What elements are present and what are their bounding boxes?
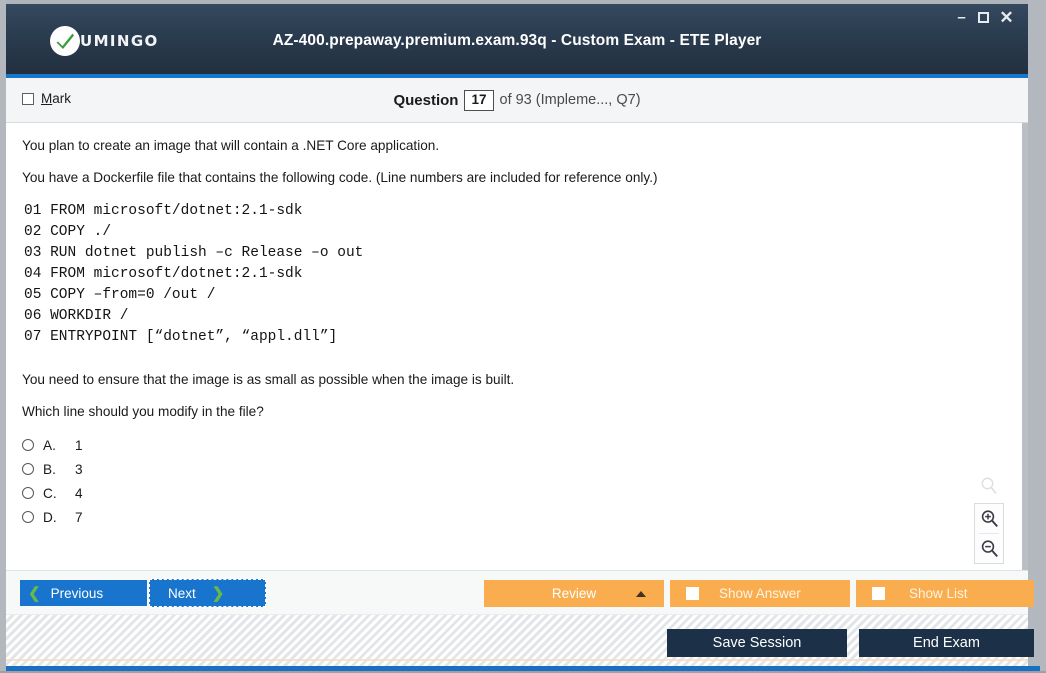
zoom-in-icon[interactable] (975, 504, 1005, 533)
window-title: AZ-400.prepaway.premium.exam.93q - Custo… (272, 32, 762, 49)
radio-button[interactable] (22, 511, 34, 523)
zoom-tools (974, 476, 1004, 564)
chevron-left-icon: ❮ (28, 584, 41, 602)
question-counter: Question 17 of 93 (Impleme..., Q7) (6, 90, 1028, 111)
show-answer-button[interactable]: Show Answer (670, 580, 850, 607)
radio-button[interactable] (22, 439, 34, 451)
chevron-right-icon: ❯ (211, 584, 225, 602)
footer-bar: Save Session End Exam (6, 614, 1034, 667)
review-button[interactable]: Review (484, 580, 664, 607)
code-line: 02 COPY ./ (24, 224, 112, 240)
radio-button[interactable] (22, 463, 34, 475)
window-frame-right (1028, 0, 1046, 673)
radio-button[interactable] (22, 487, 34, 499)
show-list-button[interactable]: Show List (856, 580, 1034, 607)
answer-option-text: 1 (75, 437, 83, 453)
question-intro-1: You plan to create an image that will co… (22, 138, 440, 153)
window-controls: – ✕ (955, 9, 1014, 26)
question-header-bar: Mark Question 17 of 93 (Impleme..., Q7) (6, 78, 1028, 123)
answer-options-list: A. 1 B. 3 C. 4 D. 7 (22, 433, 83, 529)
end-exam-button[interactable]: End Exam (859, 629, 1034, 657)
code-line: 07 ENTRYPOINT [“dotnet”, “appl.dll”] (24, 329, 338, 345)
answer-option-letter: D. (43, 509, 57, 525)
next-button[interactable]: Next ❯ (149, 579, 266, 607)
answer-option-letter: A. (43, 437, 56, 453)
code-line: 03 RUN dotnet publish –c Release –o out (24, 245, 364, 261)
chevron-up-icon (636, 590, 646, 597)
answer-option-text: 3 (75, 461, 83, 477)
question-intro-2: You have a Dockerfile file that contains… (22, 170, 658, 185)
zoom-button-group (974, 503, 1004, 564)
save-session-button-label: Save Session (712, 635, 802, 651)
answer-option[interactable]: C. 4 (22, 481, 83, 505)
code-line: 04 FROM microsoft/dotnet:2.1-sdk (24, 266, 303, 282)
answer-option-letter: C. (43, 485, 57, 501)
dockerfile-code-block: 01 FROM microsoft/dotnet:2.1-sdk 02 COPY … (24, 201, 363, 348)
show-list-button-label: Show List (909, 586, 968, 601)
list-square-icon (872, 587, 885, 600)
show-answer-button-label: Show Answer (719, 586, 801, 601)
zoom-reset-icon[interactable] (974, 476, 1004, 496)
navigation-toolbar: ❮ Previous Next ❯ Review Show Answer Sho… (6, 570, 1034, 614)
question-prompt: Which line should you modify in the file… (22, 404, 264, 419)
answer-option[interactable]: A. 1 (22, 433, 83, 457)
answer-option-text: 4 (75, 485, 83, 501)
previous-button[interactable]: ❮ Previous (20, 580, 147, 606)
question-number-input[interactable]: 17 (464, 90, 494, 111)
answer-option-text: 7 (75, 509, 83, 525)
footer-accent-line (6, 659, 1028, 661)
answer-option-letter: B. (43, 461, 56, 477)
review-button-label: Review (551, 586, 597, 601)
end-exam-button-label: End Exam (913, 635, 980, 651)
answer-square-icon (686, 587, 699, 600)
answer-option[interactable]: B. 3 (22, 457, 83, 481)
save-session-button[interactable]: Save Session (667, 629, 847, 657)
next-button-label: Next (168, 585, 196, 601)
code-line: 05 COPY –from=0 /out / (24, 287, 216, 303)
close-icon[interactable]: ✕ (999, 9, 1014, 26)
answer-option[interactable]: D. 7 (22, 505, 83, 529)
question-total-label: of 93 (Impleme..., Q7) (499, 92, 641, 109)
zoom-out-icon[interactable] (975, 534, 1005, 563)
ete-player-window: UMINGO AZ-400.prepaway.premium.exam.93q … (0, 0, 1046, 673)
code-line: 06 WORKDIR / (24, 308, 129, 324)
maximize-icon[interactable] (977, 11, 990, 24)
previous-button-label: Previous (50, 585, 104, 601)
question-word: Question (393, 91, 459, 109)
minimize-icon[interactable]: – (955, 10, 968, 25)
title-bar: UMINGO AZ-400.prepaway.premium.exam.93q … (6, 4, 1028, 74)
question-content-area: You plan to create an image that will co… (6, 123, 1022, 570)
question-requirement: You need to ensure that the image is as … (22, 372, 515, 387)
code-line: 01 FROM microsoft/dotnet:2.1-sdk (24, 203, 303, 219)
